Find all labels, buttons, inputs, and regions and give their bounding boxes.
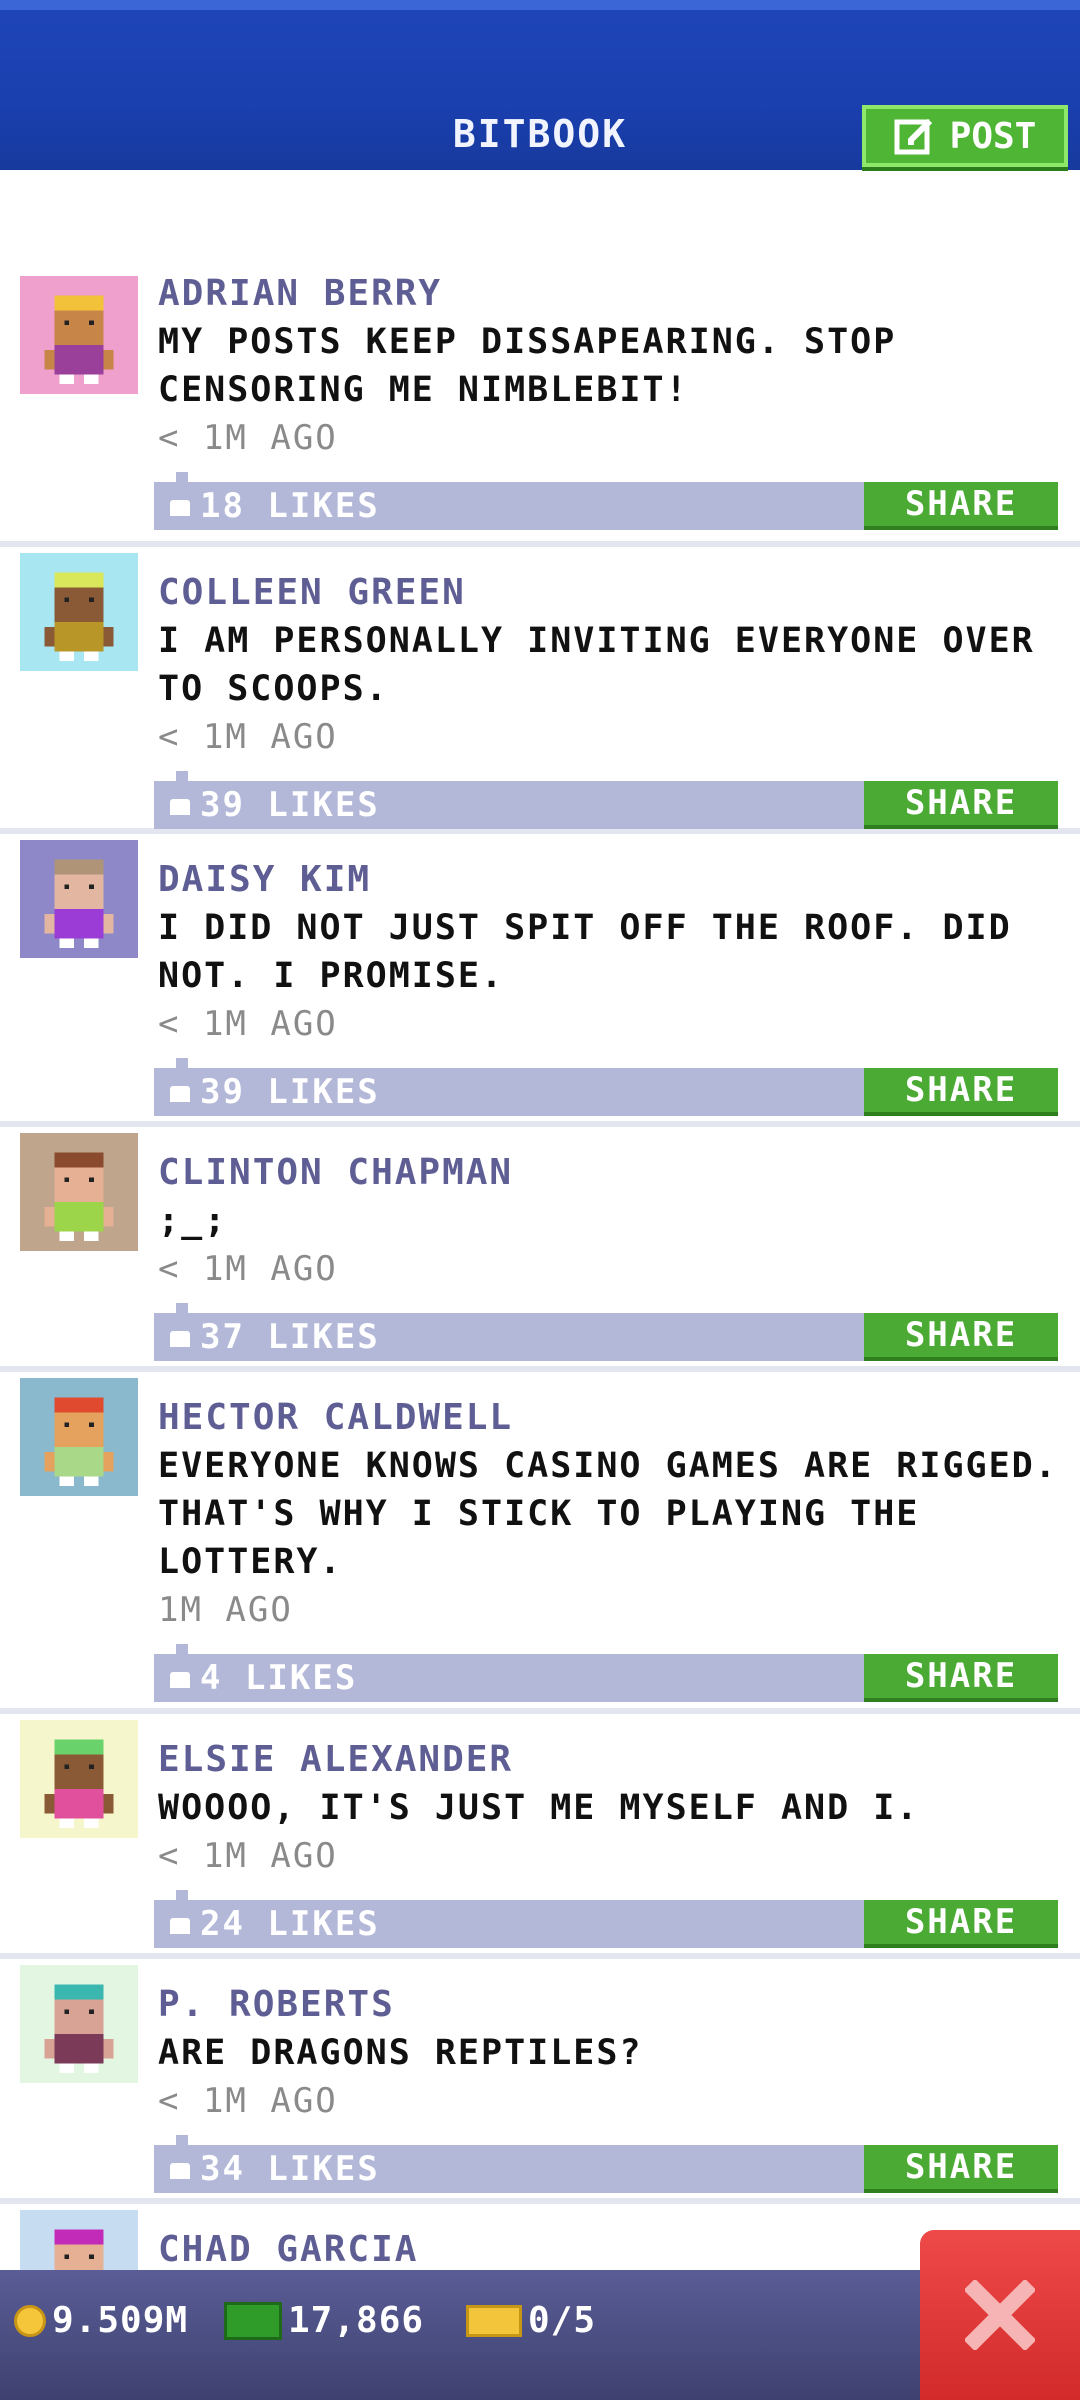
post-time: 1M AGO xyxy=(158,1590,293,1630)
post-text: EVERYONE KNOWS CASINO GAMES ARE RIGGED. … xyxy=(158,1446,1058,1582)
coins-stat: 9.509M xyxy=(14,2300,188,2341)
avatar xyxy=(20,276,138,394)
close-icon xyxy=(965,2280,1035,2350)
status-bar: 9.509M 17,866 0/5 xyxy=(0,2270,1080,2400)
thumbs-up-icon xyxy=(170,1917,190,1934)
avatar xyxy=(20,840,138,958)
like-button[interactable]: 39 LIKES xyxy=(170,781,380,829)
post-button[interactable]: POST xyxy=(862,105,1068,167)
thumbs-up-icon xyxy=(170,1671,190,1688)
likes-count: 4 LIKES xyxy=(200,1658,358,1698)
likes-bar: 34 LIKES SHARE xyxy=(154,2135,1058,2193)
header-bar: BITBOOK POST xyxy=(0,0,1080,170)
likes-bar: 24 LIKES SHARE xyxy=(154,1890,1058,1948)
likes-count: 34 LIKES xyxy=(200,2149,380,2189)
likes-count: 18 LIKES xyxy=(200,486,380,526)
post-author: HECTOR CALDWELL xyxy=(158,1397,514,1438)
post-time: < 1M AGO xyxy=(158,1249,338,1289)
likes-bar: 39 LIKES SHARE xyxy=(154,1058,1058,1116)
thumbs-up-icon xyxy=(170,798,190,815)
post-author: DAISY KIM xyxy=(158,859,372,900)
share-button[interactable]: SHARE xyxy=(864,1068,1058,1116)
post-author: ELSIE ALEXANDER xyxy=(158,1739,514,1780)
share-button[interactable]: SHARE xyxy=(864,781,1058,829)
post-text: ARE DRAGONS REPTILES? xyxy=(158,2033,643,2073)
like-button[interactable]: 18 LIKES xyxy=(170,482,380,530)
post-author: ADRIAN BERRY xyxy=(158,273,443,314)
post-time: < 1M AGO xyxy=(158,1004,338,1044)
post-text: I DID NOT JUST SPIT OFF THE ROOF. DID NO… xyxy=(158,908,1012,996)
coin-icon xyxy=(14,2304,46,2337)
bux-value: 17,866 xyxy=(288,2300,425,2341)
post-item: COLLEEN GREEN I AM PERSONALLY INVITING E… xyxy=(0,547,1080,834)
thumbs-up-icon xyxy=(170,1085,190,1102)
avatar xyxy=(20,1720,138,1838)
like-button[interactable]: 39 LIKES xyxy=(170,1068,380,1116)
coins-value: 9.509M xyxy=(52,2300,189,2341)
post-text: WOOOO, IT'S JUST ME MYSELF AND I. xyxy=(158,1788,920,1828)
avatar xyxy=(20,1133,138,1251)
post-button-label: POST xyxy=(949,115,1037,157)
post-text: I AM PERSONALLY INVITING EVERYONE OVER T… xyxy=(158,621,1035,709)
post-time: < 1M AGO xyxy=(158,418,338,458)
like-button[interactable]: 34 LIKES xyxy=(170,2145,380,2193)
post-feed: ADRIAN BERRY MY POSTS KEEP DISSAPEARING.… xyxy=(0,270,1080,2344)
ticket-icon xyxy=(466,2304,522,2337)
like-button[interactable]: 4 LIKES xyxy=(170,1654,357,1702)
tickets-value: 0/5 xyxy=(528,2300,597,2341)
likes-bar: 39 LIKES SHARE xyxy=(154,771,1058,829)
likes-bar: 18 LIKES SHARE xyxy=(154,472,1058,530)
avatar xyxy=(20,1965,138,2083)
share-button[interactable]: SHARE xyxy=(864,1654,1058,1702)
post-item: P. ROBERTS ARE DRAGONS REPTILES? < 1M AG… xyxy=(0,1959,1080,2204)
bux-stat: 17,866 xyxy=(224,2300,424,2341)
share-button[interactable]: SHARE xyxy=(864,482,1058,530)
post-time: < 1M AGO xyxy=(158,717,338,757)
bux-icon xyxy=(224,2301,282,2340)
post-author: P. ROBERTS xyxy=(158,1984,395,2025)
likes-bar: 4 LIKES SHARE xyxy=(154,1644,1058,1702)
post-item: HECTOR CALDWELL EVERYONE KNOWS CASINO GA… xyxy=(0,1372,1080,1714)
post-text: MY POSTS KEEP DISSAPEARING. STOP CENSORI… xyxy=(158,322,897,410)
close-button[interactable] xyxy=(920,2230,1080,2400)
thumbs-up-icon xyxy=(170,1330,190,1347)
likes-count: 37 LIKES xyxy=(200,1317,380,1357)
share-button[interactable]: SHARE xyxy=(864,1313,1058,1361)
post-author: CLINTON CHAPMAN xyxy=(158,1152,514,1193)
thumbs-up-icon xyxy=(170,2162,190,2179)
tickets-stat: 0/5 xyxy=(466,2300,596,2341)
like-button[interactable]: 24 LIKES xyxy=(170,1900,380,1948)
share-button[interactable]: SHARE xyxy=(864,1900,1058,1948)
post-time: < 1M AGO xyxy=(158,1836,338,1876)
likes-count: 39 LIKES xyxy=(200,785,380,825)
post-text: ;_; xyxy=(158,1201,228,1241)
post-author: COLLEEN GREEN xyxy=(158,572,466,613)
post-item: CLINTON CHAPMAN ;_; < 1M AGO 37 LIKES SH… xyxy=(0,1127,1080,1372)
likes-count: 39 LIKES xyxy=(200,1072,380,1112)
post-item: ADRIAN BERRY MY POSTS KEEP DISSAPEARING.… xyxy=(0,270,1080,547)
post-item: DAISY KIM I DID NOT JUST SPIT OFF THE RO… xyxy=(0,834,1080,1127)
avatar xyxy=(20,1378,138,1496)
edit-icon xyxy=(894,118,932,155)
share-button[interactable]: SHARE xyxy=(864,2145,1058,2193)
like-button[interactable]: 37 LIKES xyxy=(170,1313,380,1361)
post-item: ELSIE ALEXANDER WOOOO, IT'S JUST ME MYSE… xyxy=(0,1714,1080,1959)
thumbs-up-icon xyxy=(170,499,190,516)
likes-count: 24 LIKES xyxy=(200,1904,380,1944)
post-time: < 1M AGO xyxy=(158,2081,338,2121)
likes-bar: 37 LIKES SHARE xyxy=(154,1303,1058,1361)
avatar xyxy=(20,553,138,671)
